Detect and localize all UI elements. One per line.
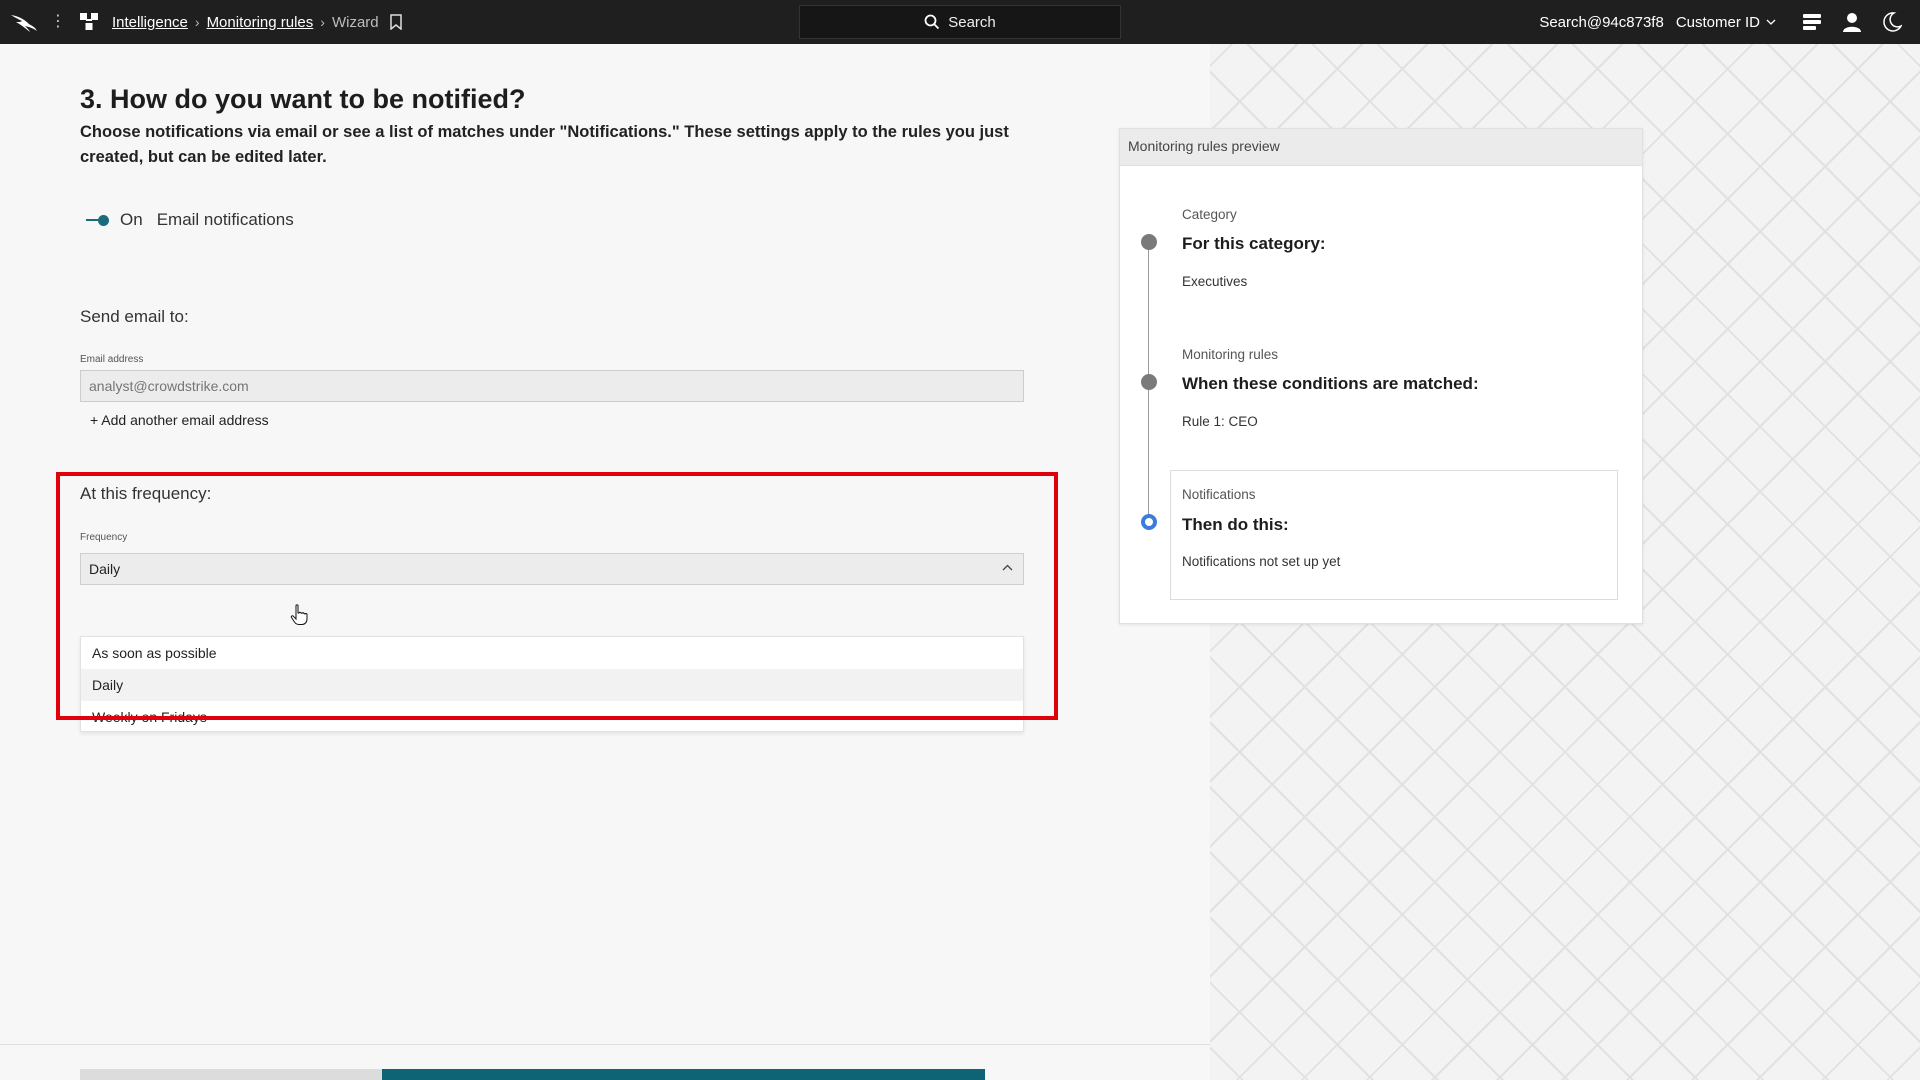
menu-dots-icon[interactable]: ⋮ [50,14,66,30]
breadcrumb-wizard: Wizard [331,13,379,31]
email-notifications-toggle-row: On Email notifications [84,210,294,230]
save-monitoring-rule-button[interactable]: Save monitoring rule [382,1069,985,1080]
customer-id-label: Customer ID [1675,13,1760,31]
step-value: Executives [1182,274,1248,289]
email-notifications-toggle[interactable] [84,213,112,227]
step-dot-notifications-active [1141,514,1157,530]
breadcrumb-intelligence[interactable]: Intelligence [112,14,188,31]
messages-icon[interactable] [1800,10,1824,34]
step-heading: Then do this: [1182,515,1289,534]
monitoring-rules-preview-card: Monitoring rules preview Category For th… [1119,128,1643,624]
frequency-highlight-box [56,472,1058,720]
step-value: Rule 1: CEO [1182,414,1258,429]
step-value: Notifications not set up yet [1182,554,1341,569]
falcon-logo-icon[interactable] [10,11,38,33]
theme-moon-icon[interactable] [1880,10,1904,34]
breadcrumb-separator: › [194,14,200,30]
global-search-button[interactable]: Search [799,5,1121,39]
step-heading: When these conditions are matched: [1182,374,1479,393]
email-field-label: Email address [80,354,144,365]
send-email-heading: Send email to: [80,307,189,326]
chevron-down-icon [1766,19,1776,25]
app-menu-icon[interactable] [78,11,100,33]
email-field[interactable] [80,370,1024,402]
back-button[interactable]: Back [80,1069,382,1080]
step-category-label: Category [1182,207,1237,222]
search-label: Search [948,13,996,31]
page-title: 3. How do you want to be notified? [80,84,526,114]
toggle-knob [98,215,109,226]
top-navigation-bar: ⋮ Intelligence › Monitoring rules › Wiza… [0,0,1920,44]
add-email-link[interactable]: + Add another email address [90,412,269,428]
footer-divider [0,1044,1210,1045]
wizard-content: 3. How do you want to be notified? Choos… [0,44,1210,1080]
customer-id-dropdown[interactable]: Customer ID [1676,14,1776,31]
user-account-label[interactable]: Search@94c873f8 [1539,14,1663,31]
breadcrumb-monitoring-rules[interactable]: Monitoring rules [207,14,314,31]
preview-title: Monitoring rules preview [1120,129,1642,166]
user-icon[interactable] [1840,10,1864,34]
step-dot-rules [1141,374,1157,390]
step-dot-category [1141,234,1157,250]
breadcrumb-separator: › [320,14,325,30]
step-heading: For this category: [1182,234,1326,253]
toggle-label: Email notifications [156,210,294,229]
search-icon [924,14,940,30]
topbar-left: ⋮ Intelligence › Monitoring rules › Wiza… [0,0,403,44]
toggle-state-label: On [120,210,143,229]
step-category-label: Notifications [1182,487,1256,502]
topbar-right: Search@94c873f8 Customer ID [1539,0,1920,44]
bookmark-icon[interactable] [389,14,403,30]
step-category-label: Monitoring rules [1182,347,1279,362]
page-description: Choose notifications via email or see a … [80,123,1009,166]
